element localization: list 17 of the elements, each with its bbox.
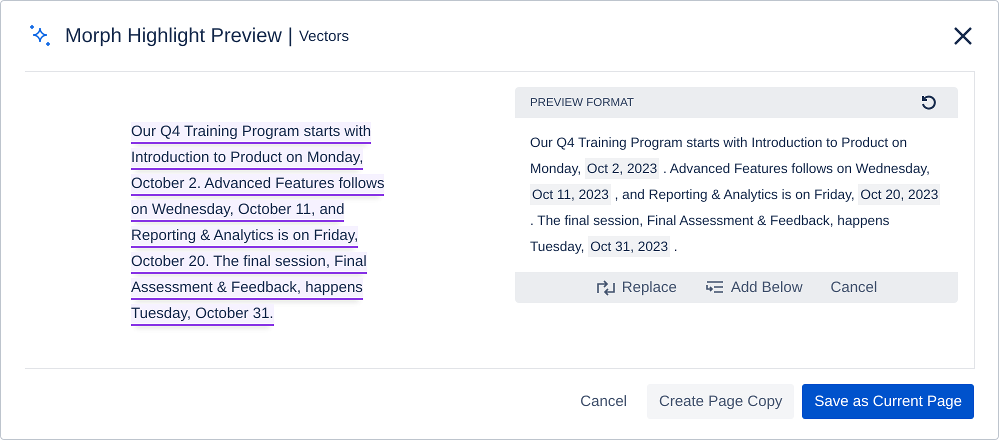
reset-button[interactable] xyxy=(920,94,938,112)
preview-heading: PREVIEW FORMAT xyxy=(530,96,634,108)
repeat-icon xyxy=(596,280,616,296)
title-separator: | xyxy=(288,24,293,48)
preview-text: Our Q4 Training Program starts with Introduction to Product on Monday, Oct 2, 2023 . Advanced Features follows on Wednesday, Oct 11, 2023 , and Reporting & Analytics is on Friday, Oct 20, 2023 . The final session, Final Assessment & Feedback, happens Tuesday, Oct 31, 2023 . xyxy=(515,118,958,272)
reset-icon xyxy=(920,94,938,112)
sparkle-icon xyxy=(27,24,51,48)
close-icon xyxy=(952,25,974,47)
replace-button[interactable]: Replace xyxy=(596,279,677,296)
dialog-subtitle: Vectors xyxy=(298,28,349,44)
dialog-title: Morph Highlight Preview xyxy=(65,24,282,48)
cancel-button[interactable]: Cancel xyxy=(830,279,878,296)
cancel-button[interactable]: Cancel xyxy=(568,384,639,419)
add-below-button[interactable]: Add Below xyxy=(704,279,803,296)
save-button[interactable]: Save as Current Page xyxy=(802,384,974,419)
copy-button[interactable]: Create Page Copy xyxy=(647,384,794,419)
insert-lines-icon xyxy=(704,280,725,296)
